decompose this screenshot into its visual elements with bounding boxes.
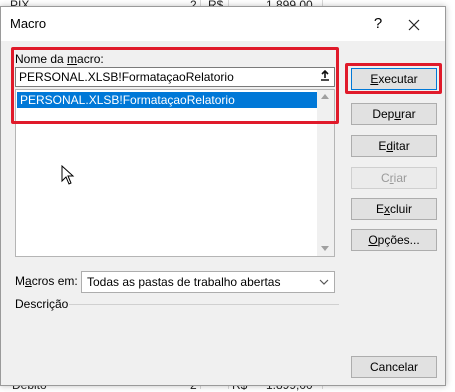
btn-text: itar (393, 139, 410, 153)
highlight-box-name (11, 47, 339, 124)
label-text: cros em: (31, 274, 78, 288)
macros-in-label: Macros em: (15, 274, 78, 288)
description-label: Descrição (15, 297, 69, 311)
btn-text: xecutar (378, 72, 418, 86)
label-text: M (15, 274, 25, 288)
btn-text: E (375, 202, 384, 216)
options-button[interactable]: Opções... (351, 229, 437, 251)
mouse-pointer-icon (61, 165, 75, 185)
close-button[interactable] (403, 13, 425, 35)
btn-text: Dep (372, 107, 395, 121)
btn-accesskey: d (386, 139, 394, 153)
delete-button[interactable]: Excluir (351, 198, 437, 220)
macros-in-select[interactable]: Todas as pastas de trabalho abertas (81, 271, 335, 293)
btn-accesskey: O (368, 233, 378, 247)
help-button[interactable]: ? (367, 13, 389, 35)
create-button[interactable]: Criar (351, 167, 437, 189)
run-button[interactable]: Executar (351, 68, 437, 90)
btn-text: cluir (390, 202, 413, 216)
label-accesskey: a (25, 274, 32, 288)
scroll-down-icon[interactable] (321, 246, 329, 251)
chevron-down-icon (319, 279, 329, 285)
description-divider (69, 304, 339, 305)
cancel-button[interactable]: Cancelar (351, 356, 437, 378)
macro-dialog: Macro ? Nome da macro: PERSONAL.XLSB!For… (0, 6, 446, 386)
debug-button[interactable]: Depurar (351, 103, 437, 125)
btn-text: rar (401, 107, 416, 121)
btn-text: Cancelar (369, 360, 419, 374)
edit-button[interactable]: Editar (351, 135, 437, 157)
btn-accesskey: u (394, 107, 402, 121)
dialog-title: Macro (10, 16, 47, 31)
select-value: Todas as pastas de trabalho abertas (87, 275, 281, 289)
title-bar[interactable]: Macro ? (1, 7, 445, 41)
btn-text: C (380, 171, 390, 185)
close-icon (408, 19, 420, 31)
btn-text: iar (393, 171, 407, 185)
btn-text: pções... (377, 233, 420, 247)
